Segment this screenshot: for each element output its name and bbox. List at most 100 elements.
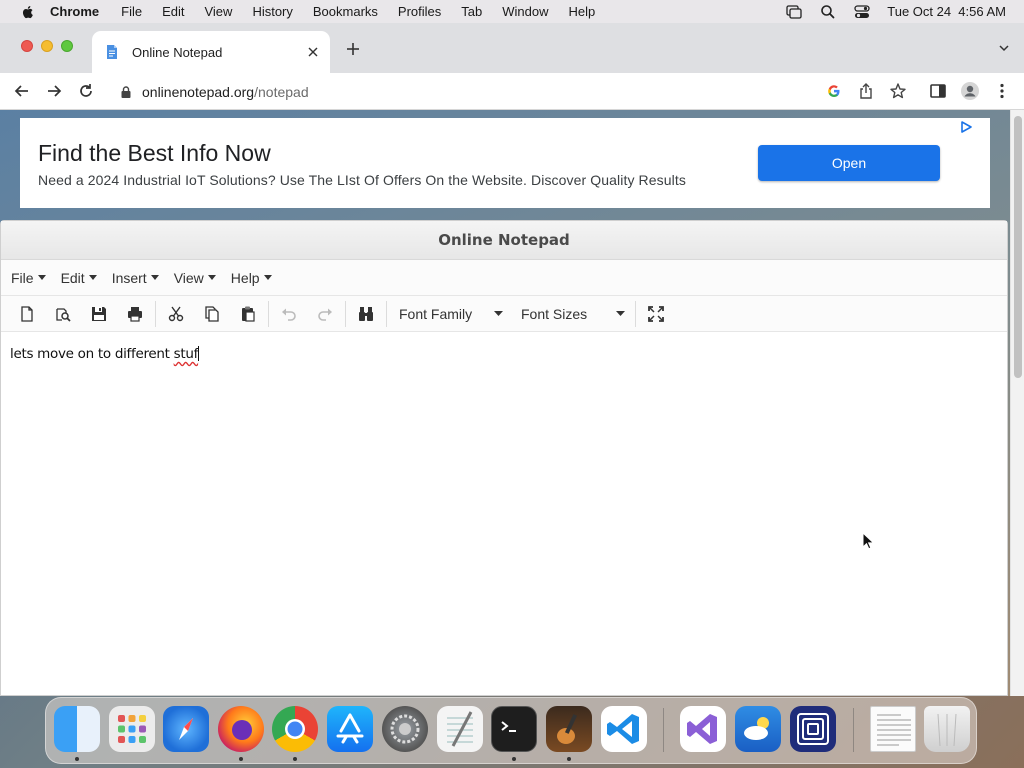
spotlight-icon[interactable] — [819, 4, 837, 20]
reload-icon[interactable] — [76, 81, 96, 101]
editor-text: lets move on to different — [10, 346, 174, 362]
address-bar[interactable]: onlinenotepad.org/notepad — [108, 77, 914, 106]
page-scrollbar[interactable] — [1010, 110, 1024, 696]
caret-down-icon — [88, 275, 97, 280]
paste-button[interactable] — [230, 299, 266, 329]
bookmark-star-icon[interactable] — [888, 81, 908, 101]
dock-garageband-icon[interactable] — [546, 706, 592, 752]
dock-document-icon[interactable] — [870, 706, 916, 752]
notepad-editor[interactable]: lets move on to different stuf — [1, 332, 1007, 376]
dock-textedit-icon[interactable] — [437, 706, 483, 752]
lock-icon[interactable] — [120, 85, 132, 99]
forward-arrow-icon[interactable] — [44, 81, 64, 101]
print-icon — [128, 306, 142, 322]
dock-firefox-icon[interactable] — [218, 706, 264, 752]
menu-label: Help — [230, 269, 260, 286]
preview-button[interactable] — [45, 299, 81, 329]
misspelled-word[interactable]: stuf — [174, 346, 199, 362]
toolbar-separator — [386, 300, 387, 327]
dock-visual-studio-icon[interactable] — [680, 706, 726, 752]
font-sizes-select[interactable]: Font Sizes — [511, 299, 633, 329]
text-cursor — [198, 346, 200, 361]
undo-button[interactable] — [271, 299, 307, 329]
control-center-icon[interactable] — [853, 4, 871, 20]
back-arrow-icon[interactable] — [12, 81, 32, 101]
notepad-app: Online Notepad File Edit Insert View Hel… — [0, 220, 1008, 696]
dock-launchpad-icon[interactable] — [109, 706, 155, 752]
tab-close-icon[interactable] — [306, 45, 320, 59]
menubar-app-name[interactable]: Chrome — [50, 4, 99, 19]
caret-down-icon — [207, 275, 216, 280]
share-icon[interactable] — [856, 81, 876, 101]
ad-text[interactable]: Need a 2024 Industrial IoT Solutions? Us… — [38, 172, 686, 188]
running-indicator — [293, 757, 297, 761]
browser-tabstrip: Online Notepad — [0, 23, 1024, 73]
profile-avatar-icon[interactable] — [960, 81, 980, 101]
running-indicator — [75, 757, 79, 761]
tab-search-chevron-icon[interactable] — [998, 43, 1010, 53]
window-minimize-button[interactable] — [41, 40, 53, 52]
notepad-menu-view[interactable]: View — [174, 270, 216, 286]
fullscreen-button[interactable] — [638, 299, 674, 329]
new-tab-icon[interactable] — [345, 41, 361, 57]
redo-button[interactable] — [307, 299, 343, 329]
menubar-view[interactable]: View — [204, 4, 232, 19]
font-family-select[interactable]: Font Family — [389, 299, 511, 329]
dock-finder-icon[interactable] — [54, 706, 100, 752]
menubar-history[interactable]: History — [252, 4, 292, 19]
dock-system-preferences-icon[interactable] — [382, 706, 428, 752]
browser-tab-active[interactable]: Online Notepad — [92, 31, 330, 73]
adchoices-icon[interactable] — [960, 121, 972, 133]
menu-label: Edit — [60, 269, 85, 286]
running-indicator — [239, 757, 243, 761]
toolbar-separator — [268, 300, 269, 327]
menubar-help[interactable]: Help — [569, 4, 596, 19]
dock-safari-icon[interactable] — [163, 706, 209, 752]
ad-open-button[interactable]: Open — [758, 145, 940, 181]
notepad-menu-edit[interactable]: Edit — [61, 270, 97, 286]
google-lens-icon[interactable] — [824, 81, 844, 101]
scrollbar-thumb[interactable] — [1014, 116, 1022, 378]
menubar-bookmarks[interactable]: Bookmarks — [313, 4, 378, 19]
ad-banner[interactable]: Find the Best Info Now Need a 2024 Indus… — [20, 118, 990, 208]
tab-title: Online Notepad — [132, 44, 223, 60]
dock-terminal-icon[interactable] — [491, 706, 537, 752]
apple-icon[interactable] — [20, 4, 36, 20]
macos-menubar: Chrome File Edit View History Bookmarks … — [0, 0, 1024, 23]
copy-icon — [205, 305, 219, 322]
screen-mirroring-icon[interactable] — [785, 4, 803, 20]
menubar-edit[interactable]: Edit — [162, 4, 184, 19]
menubar-datetime[interactable]: Tue Oct 24 4:56 AM — [887, 4, 1006, 19]
find-button[interactable] — [348, 299, 384, 329]
caret-down-icon — [263, 275, 272, 280]
menubar-profiles[interactable]: Profiles — [398, 4, 441, 19]
dock-weather-icon[interactable] — [735, 706, 781, 752]
toolbar-separator — [635, 300, 636, 327]
dock-app-store-icon[interactable] — [327, 706, 373, 752]
ad-title[interactable]: Find the Best Info Now — [38, 140, 271, 167]
notepad-menu-insert[interactable]: Insert — [112, 270, 159, 286]
menu-label: File — [11, 269, 34, 286]
menubar-file[interactable]: File — [121, 4, 142, 19]
notepad-menu-help[interactable]: Help — [231, 270, 272, 286]
print-button[interactable] — [117, 299, 153, 329]
caret-down-icon — [37, 275, 46, 280]
menubar-tab[interactable]: Tab — [461, 4, 482, 19]
window-close-button[interactable] — [21, 40, 33, 52]
new-document-button[interactable] — [9, 299, 45, 329]
side-panel-icon[interactable] — [928, 81, 948, 101]
window-zoom-button[interactable] — [61, 40, 73, 52]
dock-trash-icon[interactable] — [924, 706, 970, 752]
running-indicator — [567, 757, 571, 761]
save-button[interactable] — [81, 299, 117, 329]
dock-simulator-icon[interactable] — [790, 706, 836, 752]
notepad-menubar: File Edit Insert View Help — [1, 260, 1007, 296]
copy-button[interactable] — [194, 299, 230, 329]
dock-chrome-icon[interactable] — [272, 706, 318, 752]
dock-vscode-icon[interactable] — [601, 706, 647, 752]
more-menu-icon[interactable] — [992, 81, 1012, 101]
url-text[interactable]: onlinenotepad.org/notepad — [142, 84, 309, 100]
cut-button[interactable] — [158, 299, 194, 329]
menubar-window[interactable]: Window — [502, 4, 548, 19]
notepad-menu-file[interactable]: File — [11, 270, 46, 286]
